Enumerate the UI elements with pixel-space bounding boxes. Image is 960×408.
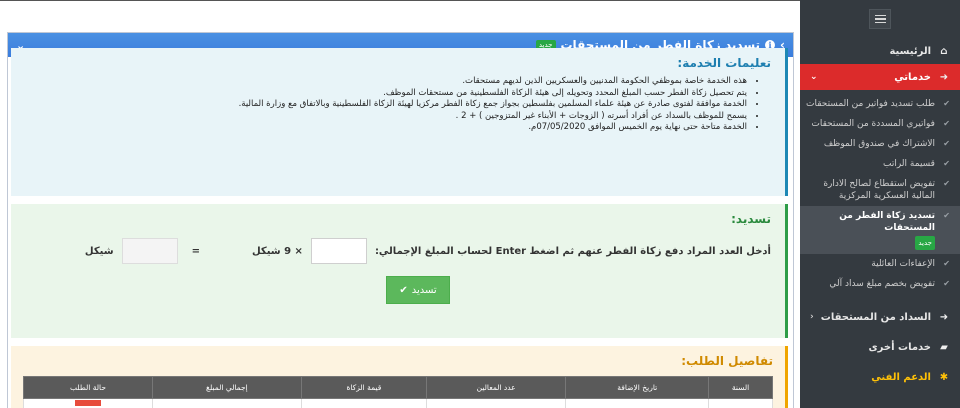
sidebar-item-family-exemptions[interactable]: ✔ الإعفاءات العائلية [800,254,960,274]
check-icon: ✔ [943,159,950,168]
nav-my-services-label: خدماتي [894,71,931,83]
instruction-item: الخدمة موافقة لفتوى صادرة عن هيئة علماء … [25,99,747,111]
nav-my-services[interactable]: ➜ خدماتي ⌄ [800,64,960,90]
nav-home-label: الرئيسية [889,45,931,57]
sidebar: ⌂ الرئيسية ➜ خدماتي ⌄ ✔ طلب تسديد فواتير… [800,0,960,408]
main-area: › i تسديد زكاة الفطر من المستحقات جديد ⌄… [0,0,800,408]
nav-payment-label: السداد من المستحقات [820,311,931,323]
sidebar-item-deduction-authorization[interactable]: ✔ تفويض استقطاع لصالح الادارة المالية ال… [800,174,960,206]
payment-title: تسديد: [731,212,771,226]
nav-home[interactable]: ⌂ الرئيسية [800,38,960,64]
column-dependents: عدد المعالين [425,376,567,399]
sidebar-item-auto-payment[interactable]: ✔ تفويض بخصم مبلغ سداد آلي [800,274,960,294]
dependents-count-input[interactable] [310,238,367,264]
check-icon: ✔ [399,284,408,296]
column-year: السنة [708,376,773,399]
asterisk-icon: ✱ [939,371,949,383]
nav-payment-from-dues[interactable]: ➜ السداد من المستحقات ‹ [800,304,960,330]
arrow-right-icon: ➜ [939,311,949,323]
column-total: إجمالي المبلغ [151,376,302,399]
sidebar-item-label: تسديد زكاة الفطر من المستحقات [839,211,935,233]
folder-icon: ▰ [940,341,948,353]
new-badge: جديد [915,236,935,250]
table-row [23,398,773,408]
sidebar-item-label: قسيمة الراتب [883,159,935,169]
check-icon: ✔ [943,211,950,220]
sidebar-item-label: تفويض بخصم مبلغ سداد آلي [829,279,935,289]
check-icon: ✔ [943,259,950,268]
pay-button[interactable]: تسديد ✔ [386,276,450,304]
column-date-added: تاريخ الإضافة [565,376,710,399]
check-icon: ✔ [943,179,950,188]
sidebar-item-payslip[interactable]: ✔ قسيمة الراتب [800,154,960,174]
currency-label: شيكل [84,245,114,257]
sidebar-item-label: الاشتراك في صندوق الموظف [823,139,935,149]
total-amount-field [121,238,178,264]
sidebar-item-label: طلب تسديد فواتير من المستحقات [806,99,935,109]
instruction-item: الخدمة متاحة حتى نهاية يوم الخميس المواف… [25,122,747,134]
details-title: تفاصيل الطلب: [681,354,773,368]
payment-prompt: أدخل العدد المراد دفع زكاة الفطر عنهم ثم… [374,245,771,257]
multiplier-label: × 9 شيكل [251,245,303,257]
check-icon: ✔ [943,119,950,128]
sidebar-item-label: فواتيري المسددة من المستحقات [811,119,935,129]
details-table: السنة تاريخ الإضافة عدد المعالين قيمة ال… [23,376,773,408]
sidebar-item-pay-bills[interactable]: ✔ طلب تسديد فواتير من المستحقات [800,94,960,114]
instruction-item: يسمح للموظف بالسداد عن أفراد أسرته ( الز… [25,111,747,123]
instructions-box: تعليمات الخدمة: هذه الخدمة خاصة بموظفي ا… [11,48,788,196]
equals-sign: = [191,245,200,257]
pay-button-wrap: تسديد ✔ [25,276,771,304]
sidebar-item-zakat-wrap: تسديد زكاة الفطر من المستحقات جديد [806,210,935,250]
home-icon: ⌂ [940,45,948,57]
nav-support-label: الدعم الفني [871,371,931,383]
chevron-down-icon: ⌄ [810,72,818,82]
instructions-title: تعليمات الخدمة: [677,56,771,70]
sidebar-top [800,0,960,38]
nav-other-services[interactable]: ▰ خدمات أخرى [800,334,960,360]
sidebar-item-label: تفويض استقطاع لصالح الادارة المالية العس… [823,179,935,201]
pay-button-label: تسديد [411,284,437,296]
nav-other-services-label: خدمات أخرى [868,341,931,353]
sidebar-item-zakat[interactable]: ✔ تسديد زكاة الفطر من المستحقات جديد [800,206,960,254]
sidebar-item-label: الإعفاءات العائلية [871,259,935,269]
check-icon: ✔ [943,279,950,288]
instruction-item: هذه الخدمة خاصة بموظفي الحكومة المدنيين … [25,76,747,88]
nav-tech-support[interactable]: ✱ الدعم الفني [800,364,960,390]
menu-toggle-icon[interactable] [869,9,891,29]
check-icon: ✔ [943,139,950,148]
chevron-left-icon: ‹ [810,312,814,322]
sidebar-item-employee-fund[interactable]: ✔ الاشتراك في صندوق الموظف [800,134,960,154]
instructions-list: هذه الخدمة خاصة بموظفي الحكومة المدنيين … [25,76,771,134]
sidebar-item-paid-bills[interactable]: ✔ فواتيري المسددة من المستحقات [800,114,960,134]
column-status: حالة الطلب [23,376,153,399]
column-zakat-value: قيمة الزكاة [300,376,427,399]
check-icon: ✔ [943,99,950,108]
payment-row: أدخل العدد المراد دفع زكاة الفطر عنهم ثم… [25,238,771,264]
instruction-item: يتم تحصيل زكاة الفطر حسب المبلغ المحدد و… [25,88,747,100]
arrow-right-icon: ➜ [939,71,949,83]
payment-box: تسديد: أدخل العدد المراد دفع زكاة الفطر … [11,204,788,338]
services-submenu: ✔ طلب تسديد فواتير من المستحقات ✔ فواتير… [800,90,960,298]
status-chip [74,400,101,406]
details-box: تفاصيل الطلب: السنة تاريخ الإضافة عدد ال… [11,346,788,408]
